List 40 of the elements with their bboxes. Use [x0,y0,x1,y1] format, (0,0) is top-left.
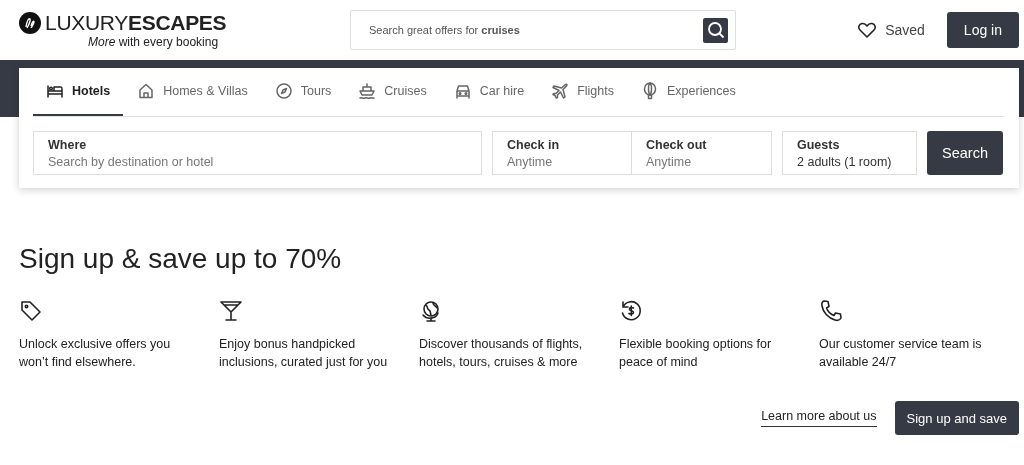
where-field[interactable]: Where Search by destination or hotel [33,131,482,175]
category-tab[interactable]: Flights [538,68,627,116]
tagline: More with every booking [88,34,220,49]
saved-link[interactable]: Saved [858,22,925,38]
compass-icon [274,82,293,100]
benefit-text: Enjoy bonus handpicked inclusions, curated just for you [219,336,389,371]
benefit-text: Flexible booking options for peace of mind [619,336,773,371]
tag-icon [19,299,43,323]
balloon-icon [641,82,659,100]
learn-more-link[interactable]: Learn more about us [761,409,877,427]
search-icon [706,21,725,39]
category-tab[interactable]: Cruises [345,68,440,116]
category-tab[interactable]: Tours [261,68,345,116]
car-icon [453,82,472,100]
benefit-text: Unlock exclusive offers you won’t find elsewhere. [19,336,172,371]
heart-icon [858,22,877,38]
search-button[interactable] [703,17,728,43]
signup-heading: Sign up & save up to 70% [19,243,343,275]
cocktail-glass-icon [219,299,243,323]
benefit-text: Our customer service team is available 24/7 [819,336,983,371]
refund-icon [619,299,643,323]
category-tab[interactable]: Hotels [33,68,124,116]
category-tab[interactable]: Car hire [440,68,538,116]
check-in-field[interactable]: Check in Anytime [492,131,632,175]
category-tab[interactable]: Experiences [628,68,749,116]
category-tab[interactable]: Homes & Villas [124,68,261,116]
ship-icon [358,82,377,100]
signup-button[interactable]: Sign up and save [894,401,1019,435]
logo-icon [19,11,41,34]
search-field[interactable]: Search great offers for cruises [350,10,736,50]
benefit-text: Discover thousands of flights, hotels, tours, cruises & more [419,336,584,371]
guests-field[interactable]: Guests 2 adults (1 room) [782,131,917,175]
search-button[interactable]: Search [927,131,1003,175]
house-icon [137,82,156,100]
brand-name[interactable]: LUXURYESCAPES [45,11,227,34]
plane-icon [551,82,570,100]
login-button[interactable]: Log in [946,12,1019,48]
bed-icon [46,82,64,100]
check-out-field[interactable]: Check out Anytime [632,131,772,175]
phone-icon [819,299,843,323]
